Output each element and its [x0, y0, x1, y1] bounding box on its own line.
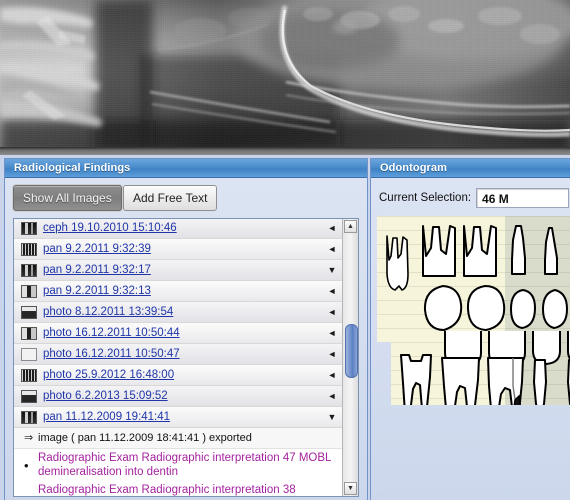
tooth-upper-5[interactable]	[540, 226, 562, 284]
collapse-left-icon[interactable]: ◄	[321, 386, 343, 406]
findings-panel-title: Radiological Findings	[5, 159, 367, 178]
findings-item-link[interactable]: pan 9.2.2011 9:32:39	[43, 239, 321, 259]
tooth-lower-3[interactable]	[483, 356, 527, 405]
collapse-left-icon[interactable]: ◄	[321, 281, 343, 301]
collapse-left-icon[interactable]: ◄	[321, 219, 343, 238]
odontogram-panel-body: Current Selection: 46 M	[371, 178, 570, 500]
xray-film-grain	[0, 0, 570, 155]
findings-list-item[interactable]: pan 9.2.2011 9:32:17 ▼	[14, 260, 343, 281]
tooth-lower-1[interactable]	[397, 351, 437, 405]
tooth-occlusal-4[interactable]	[540, 288, 570, 332]
collapse-left-icon[interactable]: ◄	[321, 365, 343, 385]
thumbnail-icon	[21, 242, 37, 256]
application-window: Radiological Findings Show All Images Ad…	[0, 0, 570, 500]
tooth-occlusal-2[interactable]	[465, 284, 507, 334]
exported-image-text: image ( pan 11.12.2009 18:41:41 ) export…	[38, 432, 252, 444]
findings-list-item[interactable]: photo 16.12.2011 10:50:44 ◄	[14, 323, 343, 344]
thumbnail-icon	[21, 284, 37, 298]
expand-down-icon[interactable]: ▼	[321, 407, 343, 427]
collapse-left-icon[interactable]: ◄	[321, 239, 343, 259]
thumbnail-icon	[21, 221, 37, 235]
findings-item-link[interactable]: photo 16.12.2011 10:50:44	[43, 323, 321, 343]
current-selection-value[interactable]: 46 M	[476, 188, 569, 208]
tooth-upper-3[interactable]	[460, 224, 500, 284]
findings-list-item[interactable]: photo 16.12.2011 10:50:47 ◄	[14, 344, 343, 365]
current-selection-row: Current Selection: 46 M	[379, 187, 569, 209]
export-arrow-icon: ⇒	[24, 432, 34, 444]
findings-list-item[interactable]: ceph 19.10.2010 15:10:46 ◄	[14, 219, 343, 239]
thumbnail-icon	[21, 305, 37, 319]
xray-image-viewer[interactable]	[0, 0, 570, 155]
collapse-left-icon[interactable]: ◄	[321, 344, 343, 364]
odontogram-tooth-chart[interactable]	[377, 216, 570, 405]
findings-item-link[interactable]: photo 6.2.2013 15:09:52	[43, 386, 321, 406]
collapse-left-icon[interactable]: ◄	[321, 323, 343, 343]
scroll-down-button[interactable]: ▼	[344, 482, 357, 495]
odontogram-panel: Odontogram Current Selection: 46 M	[370, 158, 570, 500]
exported-image-subitem[interactable]: ⇒ image ( pan 11.12.2009 18:41:41 ) expor…	[14, 428, 343, 449]
findings-list-scrollbar[interactable]: ▲ ▼	[342, 219, 358, 496]
tooth-occlusal-1[interactable]	[422, 284, 464, 334]
findings-list-rows: ceph 19.10.2010 15:11:22◄ceph 19.10.2010…	[14, 219, 343, 496]
findings-item-link[interactable]: pan 9.2.2011 9:32:17	[43, 260, 321, 280]
radiographic-finding-note[interactable]: • Radiographic Exam Radiographic interpre…	[14, 449, 343, 481]
tooth-lower-2[interactable]	[439, 356, 483, 405]
findings-item-link[interactable]: photo 16.12.2011 10:50:47	[43, 344, 321, 364]
bullet-icon: •	[24, 491, 29, 497]
tooth-lower-5[interactable]	[563, 358, 570, 405]
radiographic-finding-note[interactable]: • Radiographic Exam Radiographic interpre…	[14, 481, 343, 496]
tooth-occlusal-3[interactable]	[508, 288, 538, 332]
findings-list-item[interactable]: pan 9.2.2011 9:32:39 ◄	[14, 239, 343, 260]
collapse-left-icon[interactable]: ◄	[321, 302, 343, 322]
scrollbar-thumb[interactable]	[345, 324, 358, 378]
expand-down-icon[interactable]: ▼	[321, 260, 343, 280]
findings-item-link[interactable]: photo 8.12.2011 13:39:54	[43, 302, 321, 322]
thumbnail-icon	[21, 263, 37, 277]
findings-list-viewport: ceph 19.10.2010 15:11:22◄ceph 19.10.2010…	[14, 219, 343, 496]
show-all-images-button[interactable]: Show All Images	[13, 185, 122, 211]
xray-bottom-edge	[0, 147, 570, 155]
note-text-line: Radiographic Exam Radiographic interpret…	[38, 484, 296, 496]
note-text-line: Radiographic Exam Radiographic interpret…	[38, 452, 332, 464]
tooth-lower-4[interactable]	[529, 358, 551, 405]
findings-list-item[interactable]: pan 9.2.2011 9:32:13 ◄	[14, 281, 343, 302]
findings-list[interactable]: ceph 19.10.2010 15:11:22◄ceph 19.10.2010…	[13, 218, 359, 497]
radiological-findings-panel: Radiological Findings Show All Images Ad…	[4, 158, 368, 500]
add-free-text-button[interactable]: Add Free Text	[123, 185, 218, 211]
bullet-icon: •	[24, 458, 29, 473]
tooth-upper-1[interactable]	[382, 234, 412, 296]
thumbnail-icon	[21, 368, 37, 382]
tooth-upper-2[interactable]	[419, 224, 459, 284]
findings-list-item[interactable]: pan 11.12.2009 19:41:41 ▼	[14, 407, 343, 428]
findings-item-link[interactable]: ceph 19.10.2010 15:10:46	[43, 219, 321, 238]
note-text-line: demineralisation into dentin	[38, 466, 179, 478]
tooth-upper-4[interactable]	[508, 224, 530, 284]
findings-item-link[interactable]: pan 9.2.2011 9:32:13	[43, 281, 321, 301]
thumbnail-icon	[21, 326, 37, 340]
thumbnail-icon	[21, 389, 37, 403]
current-selection-label: Current Selection:	[379, 192, 472, 204]
findings-list-item[interactable]: photo 25.9.2012 16:48:00 ◄	[14, 365, 343, 386]
thumbnail-icon	[21, 410, 37, 424]
findings-toolbar: Show All Images Add Free Text	[5, 178, 367, 216]
findings-item-link[interactable]: photo 25.9.2012 16:48:00	[43, 365, 321, 385]
findings-panel-body: Show All Images Add Free Text ceph 19.10…	[5, 178, 367, 500]
findings-list-item[interactable]: photo 8.12.2011 13:39:54 ◄	[14, 302, 343, 323]
findings-item-link[interactable]: pan 11.12.2009 19:41:41	[43, 407, 321, 427]
scroll-up-button[interactable]: ▲	[344, 220, 357, 233]
findings-list-item[interactable]: photo 6.2.2013 15:09:52 ◄	[14, 386, 343, 407]
thumbnail-icon	[21, 347, 37, 361]
odontogram-panel-title: Odontogram	[371, 159, 570, 178]
